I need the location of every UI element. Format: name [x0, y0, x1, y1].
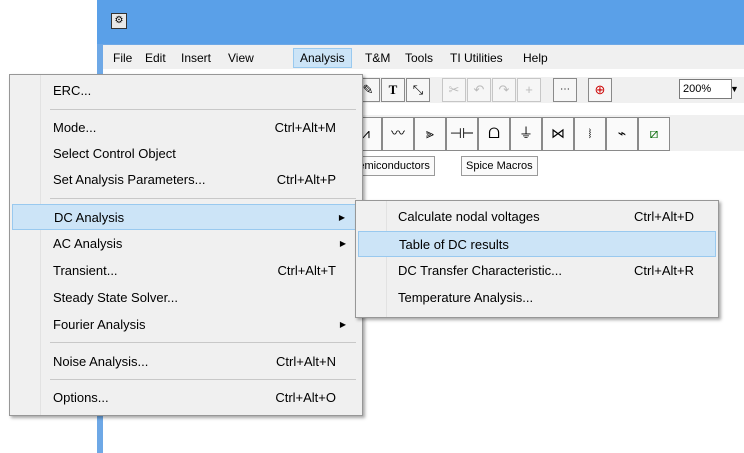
menu-separator	[50, 342, 356, 343]
menu-item-set-analysis-parameters[interactable]: Set Analysis Parameters... Ctrl+Alt+P	[12, 167, 358, 193]
thermistor-icon[interactable]: ⧄	[638, 117, 670, 151]
menu-item-calculate-nodal-voltages[interactable]: Calculate nodal voltages Ctrl+Alt+D	[358, 204, 716, 230]
menu-item-label: Table of DC results	[399, 237, 509, 252]
toolbar: ✎ T ⤡ ✂ ↶ ↷ + ⋯ ⊕ 200% ▼	[350, 77, 744, 103]
menu-bar: File Edit Insert View Analysis T&M Tools…	[103, 45, 744, 69]
menu-item-ac-analysis[interactable]: AC Analysis ▶	[12, 231, 358, 257]
menu-edit[interactable]: Edit	[139, 49, 172, 67]
menu-item-label: Calculate nodal voltages	[398, 209, 540, 224]
menu-item-dc-analysis[interactable]: DC Analysis ▶	[12, 204, 358, 230]
menu-item-label: DC Transfer Characteristic...	[398, 263, 562, 278]
menu-view[interactable]: View	[222, 49, 260, 67]
inductor-icon[interactable]: ᗝ	[478, 117, 510, 151]
menu-separator	[50, 379, 356, 380]
menu-item-table-of-dc-results[interactable]: Table of DC results	[358, 231, 716, 257]
cut-icon[interactable]: ✂	[442, 78, 466, 102]
diagonal-tool-icon[interactable]: ⤡	[406, 78, 430, 102]
menu-item-transient[interactable]: Transient... Ctrl+Alt+T	[12, 258, 358, 284]
menu-item-shortcut: Ctrl+Alt+O	[275, 390, 336, 405]
chevron-down-icon[interactable]: ▼	[730, 79, 744, 99]
menu-item-label: Temperature Analysis...	[398, 290, 534, 305]
menu-item-shortcut: Ctrl+Alt+P	[276, 172, 336, 187]
menu-item-label: AC Analysis	[53, 236, 123, 251]
menu-item-noise-analysis[interactable]: Noise Analysis... Ctrl+Alt+N	[12, 349, 358, 375]
menu-separator	[50, 109, 356, 110]
menu-item-shortcut: Ctrl+Alt+N	[276, 354, 336, 369]
dc-analysis-submenu: Calculate nodal voltages Ctrl+Alt+D Tabl…	[355, 200, 719, 318]
resistor-zigzag-icon[interactable]: 〰	[382, 117, 414, 151]
menu-help[interactable]: Help	[517, 49, 554, 67]
menu-tools[interactable]: Tools	[399, 49, 439, 67]
menu-item-steady-state-solver[interactable]: Steady State Solver...	[12, 285, 358, 311]
submenu-arrow-icon: ▶	[338, 213, 345, 222]
menu-item-mode[interactable]: Mode... Ctrl+Alt+M	[12, 115, 358, 141]
menu-item-label: Set Analysis Parameters...	[53, 172, 206, 187]
menu-item-shortcut: Ctrl+Alt+R	[634, 263, 694, 278]
tab-spice-macros[interactable]: Spice Macros	[461, 156, 538, 176]
app-icon[interactable]: ⚙	[111, 13, 127, 29]
menu-item-label: Mode...	[53, 120, 97, 135]
menu-separator	[50, 198, 356, 199]
menu-item-select-control-object[interactable]: Select Control Object	[12, 141, 358, 167]
menu-item-label: Transient...	[53, 263, 118, 278]
zoom-combobox[interactable]: 200%	[679, 79, 732, 99]
menu-item-shortcut: Ctrl+Alt+T	[277, 263, 336, 278]
menu-ti-utilities[interactable]: TI Utilities	[444, 49, 509, 67]
capacitor-icon[interactable]: ⊣⊢	[446, 117, 478, 151]
menu-item-options[interactable]: Options... Ctrl+Alt+O	[12, 385, 358, 411]
menu-tm[interactable]: T&M	[359, 49, 396, 67]
menu-file[interactable]: File	[107, 49, 138, 67]
analysis-menu: ERC... Mode... Ctrl+Alt+M Select Control…	[9, 74, 363, 416]
submenu-arrow-icon: ▶	[339, 320, 346, 329]
component-tabs: Semiconductors Spice Macros	[346, 156, 744, 178]
resistor-vertical-icon[interactable]: ⫸	[414, 117, 446, 151]
text-tool-icon[interactable]: T	[381, 78, 405, 102]
menu-item-label: Options...	[53, 390, 109, 405]
menu-analysis[interactable]: Analysis	[293, 48, 352, 68]
switch-icon[interactable]: ⌁	[606, 117, 638, 151]
coupled-inductor-icon[interactable]: ⧘	[574, 117, 606, 151]
grid-icon[interactable]: ⋯	[553, 78, 577, 102]
junction-icon[interactable]: +	[517, 78, 541, 102]
transformer-icon[interactable]: ⋈	[542, 117, 574, 151]
menu-item-shortcut: Ctrl+Alt+M	[274, 120, 336, 135]
menu-item-label: Fourier Analysis	[53, 317, 146, 332]
undo-icon[interactable]: ↶	[467, 78, 491, 102]
menu-item-label: Select Control Object	[53, 146, 176, 161]
zoom-in-icon[interactable]: ⊕	[588, 78, 612, 102]
menu-item-dc-transfer-characteristic[interactable]: DC Transfer Characteristic... Ctrl+Alt+R	[358, 258, 716, 284]
menu-item-temperature-analysis[interactable]: Temperature Analysis...	[358, 285, 716, 311]
menu-item-fourier-analysis[interactable]: Fourier Analysis ▶	[12, 312, 358, 338]
menu-item-label: DC Analysis	[54, 210, 125, 225]
menu-item-label: Steady State Solver...	[53, 290, 179, 305]
ground-icon[interactable]: ⏚	[510, 117, 542, 151]
menu-item-shortcut: Ctrl+Alt+D	[634, 209, 694, 224]
redo-icon[interactable]: ↷	[492, 78, 516, 102]
menu-item-label: Noise Analysis...	[53, 354, 149, 369]
menu-insert[interactable]: Insert	[175, 49, 217, 67]
menu-item-erc[interactable]: ERC...	[12, 78, 358, 104]
submenu-arrow-icon: ▶	[339, 239, 346, 248]
menu-item-label: ERC...	[53, 83, 92, 98]
title-bar	[97, 0, 744, 44]
component-toolbar: ⩘ 〰 ⫸ ⊣⊢ ᗝ ⏚ ⋈ ⧘ ⌁ ⧄	[350, 115, 744, 151]
